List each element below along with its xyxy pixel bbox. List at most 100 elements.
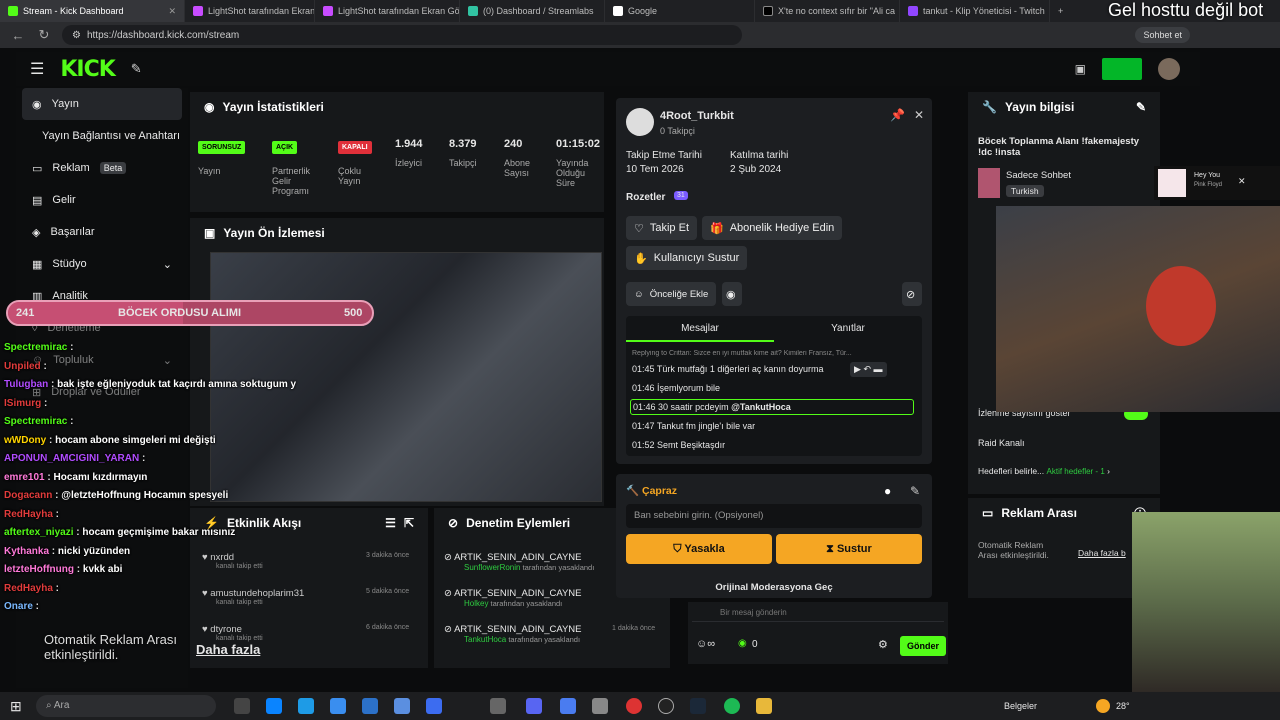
mute-icon: ✋ [634,252,648,265]
sidebar-item-studyo[interactable]: ▦ Stüdyo ⌄ [16,248,188,280]
chevron-right-icon: › [1107,466,1110,476]
toolbar-folder-label[interactable]: Belgeler [1004,701,1037,711]
sidebar-item-reklam[interactable]: ▭ Reklam Beta [16,152,188,184]
popout-icon[interactable]: ⇱ [404,516,414,530]
tab-kick-dashboard[interactable]: Stream - Kick Dashboard ✕ [0,0,185,22]
play-icon[interactable]: ▶ [854,364,861,374]
app-icon[interactable] [394,698,410,714]
kick-header: ☰ KICK ✎ ▣ [16,52,1200,86]
chat-text: hocam abone simgeleri mi değişti [55,434,216,446]
pin-icon[interactable]: 📌 [890,108,905,122]
close-tab-icon[interactable]: ✕ [168,6,176,17]
gift-sub-button[interactable]: 🎁 Abonelik Hediye Edin [702,216,843,240]
chat-message: 01:46 İşemlyorum bile [632,383,721,393]
avatar[interactable] [1158,58,1180,80]
sidebar-item-gelir[interactable]: ▤ Gelir [16,184,188,216]
pin-icon[interactable]: ✎ [131,61,142,77]
sidebar-item-yayin[interactable]: ◉ Yayın [22,88,182,120]
timestamp: 6 dakika önce [366,624,410,631]
tab-google[interactable]: Google [605,0,755,22]
steam-icon[interactable] [690,698,706,714]
google-favicon-icon [613,6,623,16]
close-icon[interactable]: ✕ [914,108,924,122]
stat-uptime: 01:15:02 Yayında Olduğu Süre [556,138,601,188]
menu-icon[interactable]: ☰ [30,59,44,79]
stream-mini-icon[interactable] [1102,58,1142,80]
undo-icon[interactable]: ↶ [863,364,871,374]
tab-twitch[interactable]: tankut - Klip Yöneticisi - Twitch [900,0,1050,22]
ban-reason-input[interactable]: Ban sebebini girin. (Opsiyonel) [626,504,922,528]
hourglass-icon: ⧗ [826,543,834,555]
streamer-hair [1146,266,1216,346]
folder-icon[interactable] [756,698,772,714]
chat-text: @letzteHoffnung Hocamın spesyeli [61,490,229,501]
separator: : [41,397,48,409]
goals-row[interactable]: Hedefleri belirle... Aktif hedefler - 1 … [978,466,1110,476]
chrome-icon[interactable] [626,698,642,714]
layout-icon[interactable]: ▣ [1075,62,1086,76]
edge-icon[interactable] [298,698,314,714]
tab-x[interactable]: X'te no context sıfır bir "Ali ca [755,0,900,22]
overlay-chat-line: ISimurg : [4,398,47,409]
taskbar-search[interactable]: ⌕ Ara [36,695,216,717]
trophy-icon: ◈ [32,226,41,239]
separator: : [49,545,58,557]
category-name[interactable]: Sadece Sohbet [1006,170,1071,181]
ban-duration-label[interactable]: 🔨 Çapraz [626,484,677,497]
site-info-icon[interactable]: ⚙ [72,30,81,41]
filter-icon[interactable]: ☰ [385,516,396,530]
obs-icon[interactable] [658,698,674,714]
app-icon[interactable] [362,698,378,714]
edit-icon[interactable]: ✎ [1136,100,1146,114]
discord-icon[interactable] [526,698,542,714]
emote-icon[interactable]: ☺∞ [696,638,715,650]
add-priority-button[interactable]: ☺ Önceliğe Ekle [626,282,717,306]
tab-messages[interactable]: Mesajlar [626,316,774,342]
chat-username: letzteHoffnung [4,564,74,575]
copilot-chat-button[interactable]: Sohbet et [1135,27,1190,43]
browser-tab-strip: Stream - Kick Dashboard ✕ LightShot taraf… [0,0,1280,22]
app-icon[interactable] [426,698,442,714]
app-icon[interactable] [490,698,506,714]
sidebar-item-stream-key[interactable]: Yayın Bağlantısı ve Anahtarı [16,120,188,152]
app-icon[interactable] [560,698,576,714]
task-view-icon[interactable] [234,698,250,714]
preview-icon: ▣ [204,226,216,240]
chat-username: wWDony [4,434,47,446]
separator: : [67,342,74,353]
store-icon[interactable] [266,698,282,714]
delete-icon[interactable]: ▬ [874,364,883,374]
switch-moderation-button[interactable]: Orijinal Moderasyona Geç [616,582,932,593]
tab-lightshot-1[interactable]: LightShot tarafından Ekran Gö [185,0,315,22]
mail-icon[interactable] [330,698,346,714]
kick-logo[interactable]: KICK [60,57,115,82]
back-icon[interactable]: ← [10,28,26,43]
sidebar-item-basarilar[interactable]: ◈ Başarılar [16,216,188,248]
follow-button[interactable]: ♡ Takip Et [626,216,698,240]
windows-start-icon[interactable]: ⊞ [10,698,22,715]
chat-input[interactable]: Bir mesaj gönderin [692,604,944,622]
new-tab-button[interactable]: + [1050,0,1070,22]
block-icon[interactable]: ⊘ [902,282,922,306]
url-field[interactable]: ⚙ https://dashboard.kick.com/stream [62,25,742,45]
overlay-chat-line: Tulugban : bak işte eğleniyoduk tat kaçı… [4,379,296,390]
tab-lightshot-2[interactable]: LightShot tarafından Ekran Gö [315,0,460,22]
more-link[interactable]: Daha fazla b [1078,548,1126,558]
send-button[interactable]: Gönder [900,636,946,656]
raid-channel-label[interactable]: Raid Kanalı [978,438,1025,448]
settings-gear-icon[interactable]: ⚙ [878,638,888,651]
app-icon[interactable] [592,698,608,714]
edit-icon[interactable]: ✎ [910,484,920,498]
mute-user-button[interactable]: ✋ Kullanıcıyı Sustur [626,246,748,270]
tab-streamlabs[interactable]: (0) Dashboard / Streamlabs [460,0,605,22]
reload-icon[interactable]: ↻ [36,27,52,43]
spotify-icon[interactable] [724,698,740,714]
eye-icon[interactable]: ◉ [722,282,742,306]
ban-button[interactable]: ⛉ Yasakla [626,534,772,564]
tab-replies[interactable]: Yanıtlar [774,316,922,342]
toggle-icon[interactable]: ● [884,484,891,498]
timeout-button[interactable]: ⧗ Sustur [776,534,922,564]
chat-username: ISimurg [4,397,42,409]
username[interactable]: 4Root_Turkbit [660,110,734,122]
close-icon[interactable]: ✕ [1238,176,1246,187]
